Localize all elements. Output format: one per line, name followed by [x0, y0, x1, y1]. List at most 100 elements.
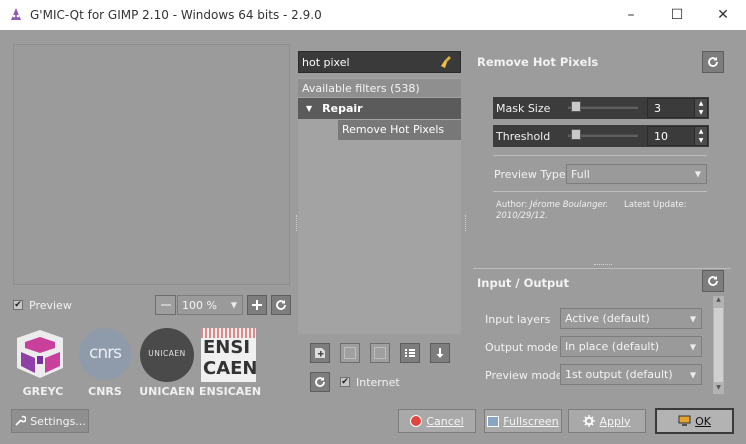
ensicaen-logo: ENSI CAEN — [201, 328, 258, 382]
plus-icon — [252, 300, 262, 310]
internet-checkbox[interactable]: ✔ — [340, 377, 350, 387]
separator — [493, 155, 707, 156]
rename-icon — [344, 347, 356, 359]
rename-fave-button[interactable] — [340, 343, 360, 363]
threshold-slider-handle[interactable] — [571, 129, 581, 140]
title-bar[interactable]: G'MIC-Qt for GIMP 2.10 - Windows 64 bits… — [0, 0, 746, 30]
mask-size-spinbox[interactable]: 3 ▲ ▼ — [647, 98, 708, 118]
unicaen-logo-mark: UNICAEN — [148, 349, 186, 358]
cnrs-label: CNRS — [88, 385, 122, 398]
minimize-button[interactable]: – — [608, 0, 654, 30]
refresh-icon — [276, 300, 286, 310]
ok-label: OK — [695, 414, 711, 428]
preview-mode-label: Preview mode — [485, 369, 563, 382]
scroll-up-arrow-icon[interactable]: ▲ — [713, 296, 724, 306]
latest-update-label: Latest Update: — [624, 200, 687, 210]
chevron-down-icon: ▼ — [689, 342, 696, 351]
mask-size-value: 3 — [654, 101, 661, 115]
author-label: Author: — [496, 200, 528, 210]
zoom-out-button[interactable] — [155, 295, 176, 315]
greyc-logo — [13, 328, 68, 380]
preview-checkbox[interactable]: ✔ — [13, 300, 23, 310]
filter-item-remove-hot-pixels[interactable]: Remove Hot Pixels — [298, 120, 461, 140]
expand-arrow-icon: ▼ — [306, 104, 313, 113]
expand-collapse-button[interactable] — [400, 343, 420, 363]
input-layers-combo[interactable]: Active (default) ▼ — [560, 308, 702, 329]
threshold-value: 10 — [654, 129, 668, 143]
apply-button[interactable]: Apply — [568, 409, 646, 433]
mask-size-slider-handle[interactable] — [571, 101, 581, 112]
unicaen-label: UNICAEN — [139, 385, 195, 398]
threshold-spinbox[interactable]: 10 ▲ ▼ — [647, 126, 708, 146]
chevron-down-icon: ▼ — [694, 169, 701, 179]
cancel-label: Cancel — [426, 414, 464, 428]
zoom-combo[interactable]: 100 % ▼ — [177, 295, 243, 315]
cancel-button[interactable]: Cancel — [398, 409, 476, 433]
fullscreen-button[interactable]: Fullscreen — [484, 409, 562, 433]
scroll-down-arrow-icon[interactable]: ▼ — [713, 384, 724, 394]
left-splitter-handle[interactable] — [296, 215, 298, 231]
remove-icon — [374, 347, 386, 359]
minus-icon — [160, 304, 171, 306]
panel-splitter-handle[interactable] — [594, 264, 612, 266]
input-layers-value: Active (default) — [565, 312, 650, 325]
reset-io-button[interactable] — [702, 270, 724, 292]
ensicaen-logo-mark-bottom: CAEN — [203, 358, 258, 379]
io-scrollbar[interactable]: ▲ ▼ — [713, 296, 724, 394]
gear-icon — [583, 415, 596, 427]
right-splitter-handle[interactable] — [465, 215, 467, 231]
mask-size-spin-arrows[interactable]: ▲ ▼ — [694, 99, 707, 117]
filter-category-repair[interactable]: ▼ Repair — [298, 98, 461, 119]
zoom-in-button[interactable] — [247, 295, 267, 315]
preview-canvas[interactable] — [13, 44, 290, 285]
output-mode-combo[interactable]: In place (default) ▼ — [560, 336, 702, 357]
available-filters-header: Available filters (538) — [298, 79, 461, 97]
reset-parameters-button[interactable] — [702, 51, 724, 73]
io-separator — [473, 268, 731, 269]
list-tree-icon — [405, 349, 415, 357]
filter-search-value: hot pixel — [302, 55, 350, 69]
output-mode-label: Output mode — [485, 341, 558, 354]
filter-search-input[interactable]: hot pixel — [298, 51, 461, 73]
refresh-icon — [708, 276, 718, 286]
download-filters-button[interactable] — [430, 343, 450, 363]
unicaen-logo: UNICAEN — [140, 328, 194, 382]
cnrs-logo: cnrs — [79, 328, 131, 380]
clear-broom-icon[interactable] — [440, 55, 454, 72]
ok-button[interactable]: OK — [655, 408, 734, 434]
monitor-check-icon — [678, 415, 691, 426]
reset-zoom-button[interactable] — [271, 295, 291, 315]
mask-size-label: Mask Size — [496, 102, 551, 115]
preview-type-value: Full — [571, 167, 590, 181]
preview-type-combo[interactable]: Full ▼ — [566, 164, 707, 184]
fullscreen-label: Fullscreen — [503, 414, 559, 428]
io-scrollbar-thumb[interactable] — [714, 308, 723, 382]
settings-button[interactable]: Settings... — [11, 409, 89, 433]
fullscreen-icon — [487, 415, 500, 427]
preview-type-label: Preview Type — [494, 168, 566, 181]
chevron-down-icon: ▼ — [230, 300, 237, 310]
ensicaen-logo-mark-top: ENSI — [203, 337, 251, 358]
filter-item-label: Remove Hot Pixels — [342, 123, 445, 136]
filter-category-label: Repair — [322, 102, 363, 115]
io-title: Input / Output — [477, 276, 569, 290]
zoom-value: 100 % — [182, 298, 217, 312]
maximize-button[interactable]: ☐ — [654, 0, 700, 30]
apply-label: Apply — [599, 414, 631, 428]
threshold-spin-arrows[interactable]: ▲ ▼ — [694, 127, 707, 145]
threshold-label: Threshold — [496, 130, 551, 143]
cnrs-logo-mark: cnrs — [89, 343, 122, 363]
separator — [493, 191, 707, 192]
refresh-filters-button[interactable] — [310, 372, 330, 392]
internet-label: Internet — [356, 376, 400, 389]
add-fave-button[interactable] — [310, 343, 330, 363]
chevron-down-icon: ▼ — [689, 370, 696, 379]
author-info: Author: Jérome Boulanger. 2010/29/12. — [496, 200, 620, 222]
close-button[interactable]: ✕ — [700, 0, 746, 30]
author-name: Jérome Boulanger. — [530, 200, 609, 210]
window-title: G'MIC-Qt for GIMP 2.10 - Windows 64 bits… — [30, 8, 322, 22]
preview-mode-combo[interactable]: 1st output (default) ▼ — [560, 364, 702, 385]
ensicaen-label: ENSICAEN — [199, 385, 262, 398]
remove-fave-button[interactable] — [370, 343, 390, 363]
add-favorite-icon — [315, 348, 325, 358]
